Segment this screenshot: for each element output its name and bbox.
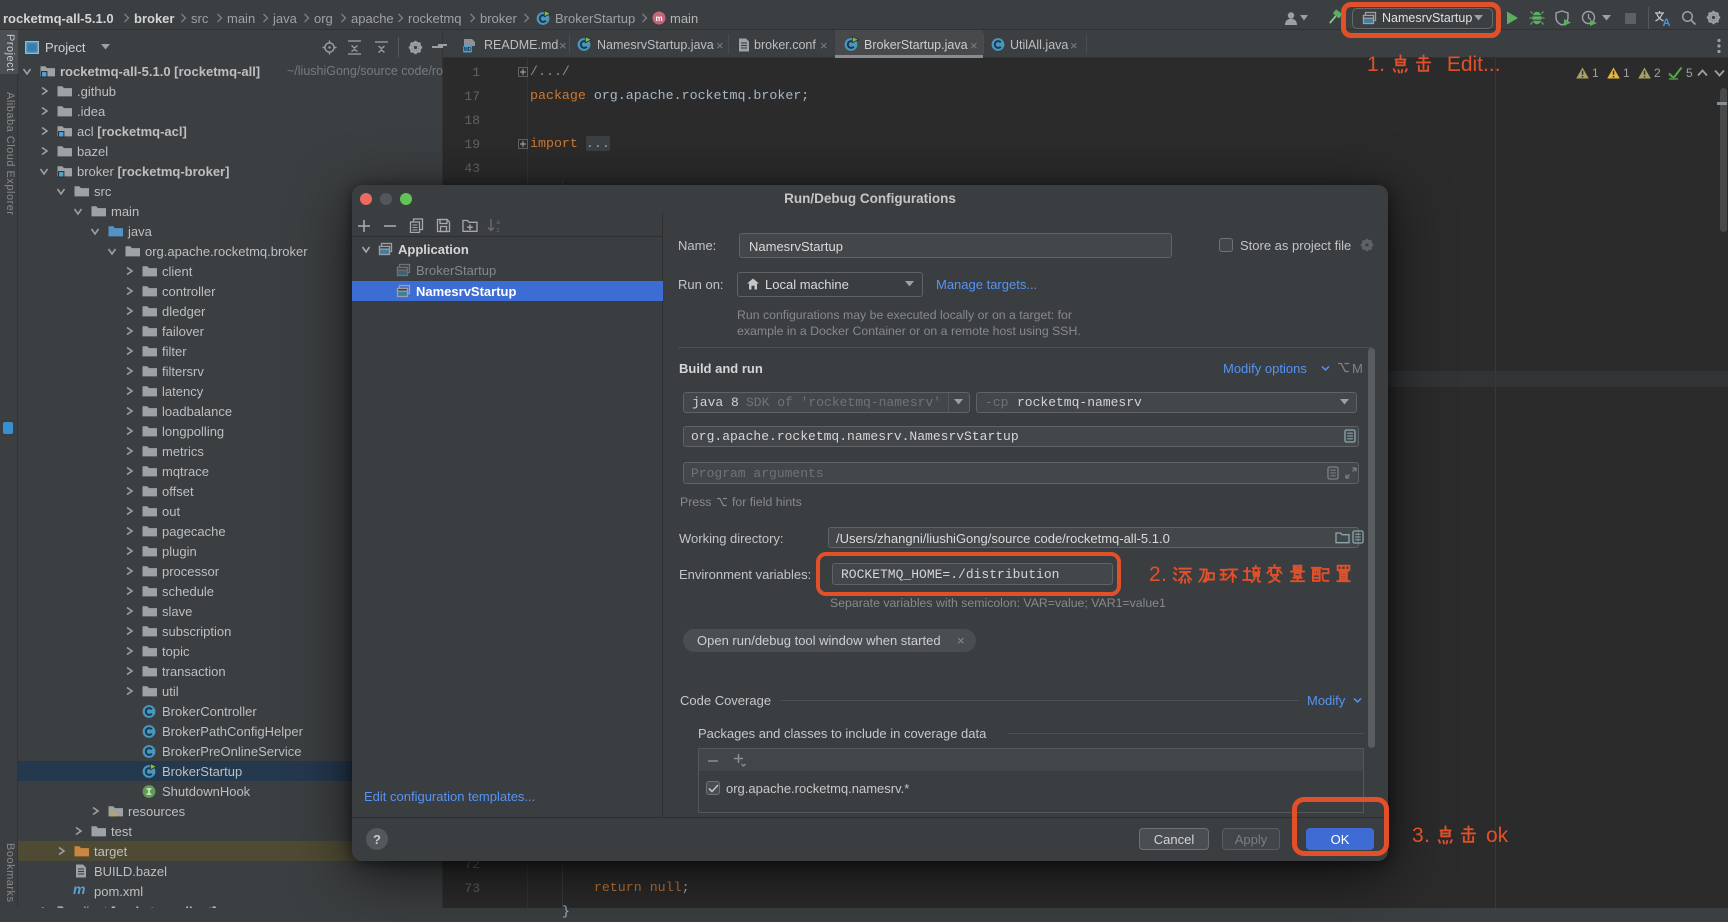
svg-text:A: A [1663, 17, 1671, 27]
svg-text:m: m [655, 14, 662, 23]
svg-text:z: z [496, 227, 499, 233]
svg-text:a: a [496, 219, 500, 226]
svg-text:MD: MD [463, 47, 471, 53]
